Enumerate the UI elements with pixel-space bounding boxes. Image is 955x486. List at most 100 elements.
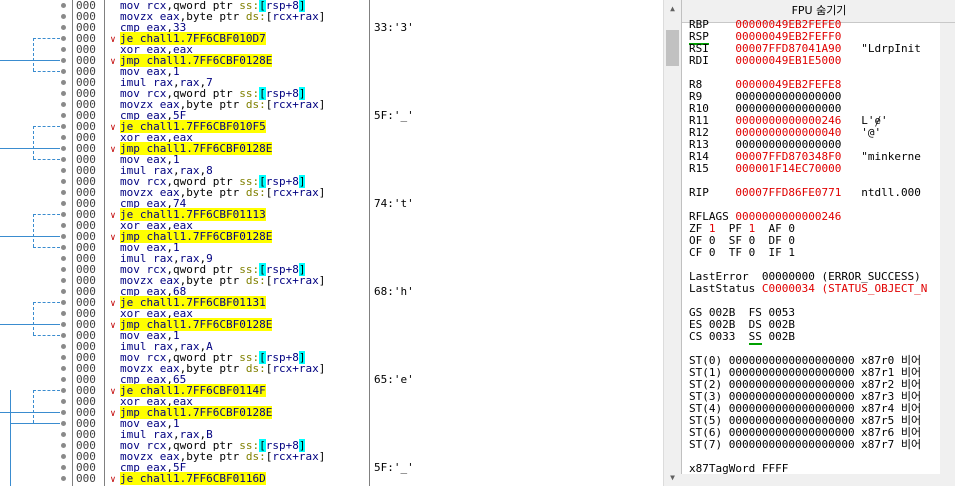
instruction-address[interactable]: 000 xyxy=(76,297,102,308)
instruction-address[interactable]: 000 xyxy=(76,132,102,143)
instruction-address[interactable]: 000 xyxy=(76,143,102,154)
dot-icon[interactable] xyxy=(61,289,66,294)
instruction-address[interactable]: 000 xyxy=(76,198,102,209)
dot-icon[interactable] xyxy=(61,113,66,118)
dot-icon[interactable] xyxy=(61,223,66,228)
disassembly-view[interactable]: 000 mov rcx,qword ptr ss:[rsp+8] 000 movzx … xyxy=(0,0,663,486)
instruction-address[interactable]: 000 xyxy=(76,374,102,385)
instruction-address[interactable]: 000 xyxy=(76,110,102,121)
dot-icon[interactable] xyxy=(61,333,66,338)
instruction-address[interactable]: 000 xyxy=(76,429,102,440)
dot-icon[interactable] xyxy=(61,267,66,272)
instruction-address[interactable]: 000 xyxy=(76,396,102,407)
dot-icon[interactable] xyxy=(61,311,66,316)
dot-icon[interactable] xyxy=(61,410,66,415)
instruction-address[interactable]: 000 xyxy=(76,22,102,33)
breakpoint-column[interactable] xyxy=(60,0,70,486)
dot-icon[interactable] xyxy=(61,25,66,30)
instruction-address[interactable]: 000 xyxy=(76,407,102,418)
dot-icon[interactable] xyxy=(61,432,66,437)
dot-icon[interactable] xyxy=(61,366,66,371)
instruction-address[interactable]: 000 xyxy=(76,121,102,132)
instruction-address[interactable]: 000 xyxy=(76,473,102,484)
instruction-address[interactable]: 000 xyxy=(76,352,102,363)
register-value[interactable]: 000001F14EC70000 xyxy=(735,162,841,175)
dot-icon[interactable] xyxy=(61,124,66,129)
dot-icon[interactable] xyxy=(61,245,66,250)
instruction-address[interactable]: 000 xyxy=(76,165,102,176)
instruction-address[interactable]: 000 xyxy=(76,264,102,275)
dot-icon[interactable] xyxy=(61,168,66,173)
dot-icon[interactable] xyxy=(61,58,66,63)
dot-icon[interactable] xyxy=(61,69,66,74)
instruction-address[interactable]: 000 xyxy=(76,462,102,473)
dot-icon[interactable] xyxy=(61,421,66,426)
instruction-address[interactable]: 000 xyxy=(76,99,102,110)
instruction-address[interactable]: 000 xyxy=(76,253,102,264)
registers-panel[interactable]: FPU 숨기기 RBP 00000049EB2FEFE0 RSP 00000049… xyxy=(681,0,955,486)
dot-icon[interactable] xyxy=(61,300,66,305)
instruction-address[interactable]: 000 xyxy=(76,242,102,253)
register-value[interactable]: 00007FFD86FE0771 xyxy=(735,186,841,199)
dot-icon[interactable] xyxy=(61,91,66,96)
dot-icon[interactable] xyxy=(61,146,66,151)
instruction-address[interactable]: 000 xyxy=(76,231,102,242)
dot-icon[interactable] xyxy=(61,36,66,41)
register-line[interactable]: CS 0033 SS 002B xyxy=(689,330,795,345)
dot-icon[interactable] xyxy=(61,102,66,107)
dot-icon[interactable] xyxy=(61,377,66,382)
instruction-address[interactable]: 000 xyxy=(76,209,102,220)
dot-icon[interactable] xyxy=(61,179,66,184)
dot-icon[interactable] xyxy=(61,201,66,206)
register-line[interactable]: RDI 00000049EB1E5000 xyxy=(689,55,841,67)
instruction-address[interactable]: 000 xyxy=(76,308,102,319)
instruction-address[interactable]: 000 xyxy=(76,451,102,462)
register-value[interactable]: 00000049EB1E5000 xyxy=(735,54,841,67)
instruction-address[interactable]: 000 xyxy=(76,319,102,330)
dot-icon[interactable] xyxy=(61,476,66,481)
dot-icon[interactable] xyxy=(61,3,66,8)
instruction-address[interactable]: 000 xyxy=(76,187,102,198)
instruction-address[interactable]: 000 xyxy=(76,363,102,374)
instruction-address[interactable]: 000 xyxy=(76,55,102,66)
disassembly-scrollbar[interactable]: ▲ ▼ xyxy=(663,0,681,486)
dot-icon[interactable] xyxy=(61,322,66,327)
dot-icon[interactable] xyxy=(61,454,66,459)
instruction-address[interactable]: 000 xyxy=(76,0,102,11)
instruction-address[interactable]: 000 xyxy=(76,88,102,99)
dot-icon[interactable] xyxy=(61,14,66,19)
dot-icon[interactable] xyxy=(61,157,66,162)
dot-icon[interactable] xyxy=(61,190,66,195)
instruction-address[interactable]: 000 xyxy=(76,176,102,187)
dot-icon[interactable] xyxy=(61,80,66,85)
dot-icon[interactable] xyxy=(61,443,66,448)
dot-icon[interactable] xyxy=(61,212,66,217)
instruction-address[interactable]: 000 xyxy=(76,33,102,44)
chevron-down-icon[interactable]: ▼ xyxy=(664,469,681,486)
instruction-address[interactable]: 000 xyxy=(76,154,102,165)
dot-icon[interactable] xyxy=(61,278,66,283)
instruction-address[interactable]: 000 xyxy=(76,66,102,77)
register-line[interactable]: ST(7) 0000000000000000000 x87r7 비어 xyxy=(689,439,921,451)
dot-icon[interactable] xyxy=(61,234,66,239)
dot-icon[interactable] xyxy=(61,47,66,52)
register-line[interactable]: R15 000001F14EC70000 xyxy=(689,163,841,175)
chevron-up-icon[interactable]: ▲ xyxy=(664,0,681,17)
register-line[interactable]: CF 0 TF 0 IF 1 xyxy=(689,247,795,259)
instruction-address[interactable]: 000 xyxy=(76,220,102,231)
scroll-thumb[interactable] xyxy=(666,30,679,66)
instruction-address[interactable]: 000 xyxy=(76,77,102,88)
instruction-address[interactable]: 000 xyxy=(76,275,102,286)
instruction-address[interactable]: 000 xyxy=(76,341,102,352)
instruction-row[interactable]: ∨ je chall1.7FF6CBF0116D xyxy=(106,472,266,485)
instruction-address[interactable]: 000 xyxy=(76,418,102,429)
instruction-address[interactable]: 000 xyxy=(76,44,102,55)
dot-icon[interactable] xyxy=(61,135,66,140)
dot-icon[interactable] xyxy=(61,399,66,404)
dot-icon[interactable] xyxy=(61,465,66,470)
registers-hscrollbar[interactable] xyxy=(681,474,940,486)
dot-icon[interactable] xyxy=(61,344,66,349)
dot-icon[interactable] xyxy=(61,355,66,360)
instruction-address[interactable]: 000 xyxy=(76,440,102,451)
registers-scrollbar[interactable] xyxy=(940,23,955,486)
